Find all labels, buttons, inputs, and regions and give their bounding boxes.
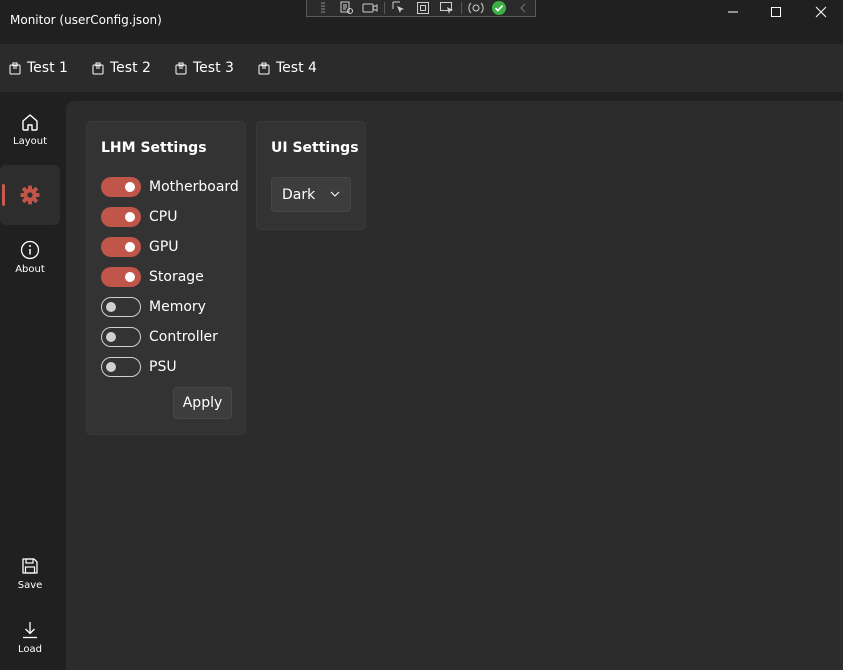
theme-dropdown[interactable]: Dark <box>271 177 351 212</box>
tab-test-2[interactable]: Test 2 <box>92 60 151 76</box>
nav-item-about[interactable]: About <box>0 240 60 275</box>
tab-test-1[interactable]: Test 1 <box>9 60 68 76</box>
toggle-label: PSU <box>149 359 177 375</box>
nav-item-layout[interactable]: Layout <box>0 112 60 147</box>
lhm-settings-card: LHM Settings Motherboard CPU GPU Storage… <box>86 121 246 435</box>
minimize-icon <box>728 11 738 13</box>
home-icon <box>22 114 38 131</box>
tab-label: Test 4 <box>276 60 317 76</box>
tab-label: Test 3 <box>193 60 234 76</box>
minimize-button[interactable] <box>711 0 755 24</box>
maximize-icon <box>771 7 781 17</box>
gpu-toggle[interactable] <box>101 237 141 257</box>
display-layout-icon[interactable] <box>411 0 435 16</box>
tab-test-3[interactable]: Test 3 <box>175 60 234 76</box>
chevron-down-icon <box>330 191 340 197</box>
nav-label: About <box>15 264 45 275</box>
gear-icon <box>20 185 40 205</box>
clipboard-icon <box>92 62 104 74</box>
apply-button[interactable]: Apply <box>173 387 232 419</box>
toggle-row-motherboard[interactable]: Motherboard <box>101 177 239 197</box>
close-button[interactable] <box>799 0 843 24</box>
toggle-label: Memory <box>149 299 206 315</box>
video-icon[interactable] <box>359 0 383 16</box>
grip-icon[interactable] <box>311 0 335 16</box>
clipboard-icon <box>258 62 270 74</box>
card-title: UI Settings <box>271 140 359 156</box>
card-title: LHM Settings <box>101 140 207 156</box>
toggle-label: GPU <box>149 239 179 255</box>
psu-toggle[interactable] <box>101 357 141 377</box>
controller-toggle[interactable] <box>101 327 141 347</box>
save-icon <box>22 558 38 574</box>
title-bar: Monitor (userConfig.json) <box>0 0 843 44</box>
toggle-row-gpu[interactable]: GPU <box>101 237 179 257</box>
live-tree-icon[interactable] <box>335 0 359 16</box>
track-focus-icon[interactable] <box>435 0 459 16</box>
toggle-row-psu[interactable]: PSU <box>101 357 177 377</box>
tab-bar: Test 1 Test 2 Test 3 Test 4 <box>0 44 843 92</box>
toggle-row-controller[interactable]: Controller <box>101 327 218 347</box>
hot-reload-icon[interactable] <box>464 0 488 16</box>
tab-label: Test 2 <box>110 60 151 76</box>
toggle-label: Motherboard <box>149 179 239 195</box>
nav-item-settings[interactable] <box>0 184 60 206</box>
check-icon[interactable] <box>487 0 511 16</box>
clipboard-icon <box>9 62 21 74</box>
nav-label: Load <box>18 644 42 655</box>
cpu-toggle[interactable] <box>101 207 141 227</box>
maximize-button[interactable] <box>754 0 798 24</box>
toggle-label: Controller <box>149 329 218 345</box>
toggle-label: CPU <box>149 209 178 225</box>
ui-settings-card: UI Settings Dark <box>256 121 366 230</box>
nav-item-load[interactable]: Load <box>0 620 60 655</box>
info-icon <box>20 240 40 260</box>
debug-toolbar <box>306 0 536 17</box>
memory-toggle[interactable] <box>101 297 141 317</box>
select-element-icon[interactable] <box>387 0 411 16</box>
motherboard-toggle[interactable] <box>101 177 141 197</box>
toggle-row-memory[interactable]: Memory <box>101 297 206 317</box>
storage-toggle[interactable] <box>101 267 141 287</box>
nav-item-save[interactable]: Save <box>0 556 60 591</box>
close-icon <box>815 6 827 18</box>
toggle-row-cpu[interactable]: CPU <box>101 207 177 227</box>
nav-label: Layout <box>13 136 47 147</box>
tab-test-4[interactable]: Test 4 <box>258 60 317 76</box>
download-icon <box>23 622 37 639</box>
toggle-label: Storage <box>149 269 204 285</box>
settings-page: LHM Settings Motherboard CPU GPU Storage… <box>66 101 843 670</box>
clipboard-icon <box>175 62 187 74</box>
window-title: Monitor (userConfig.json) <box>10 13 162 27</box>
toggle-row-storage[interactable]: Storage <box>101 267 204 287</box>
theme-selected-value: Dark <box>282 187 316 203</box>
nav-label: Save <box>17 580 43 591</box>
tab-label: Test 1 <box>27 60 68 76</box>
collapse-chevron-icon[interactable] <box>511 0 535 16</box>
